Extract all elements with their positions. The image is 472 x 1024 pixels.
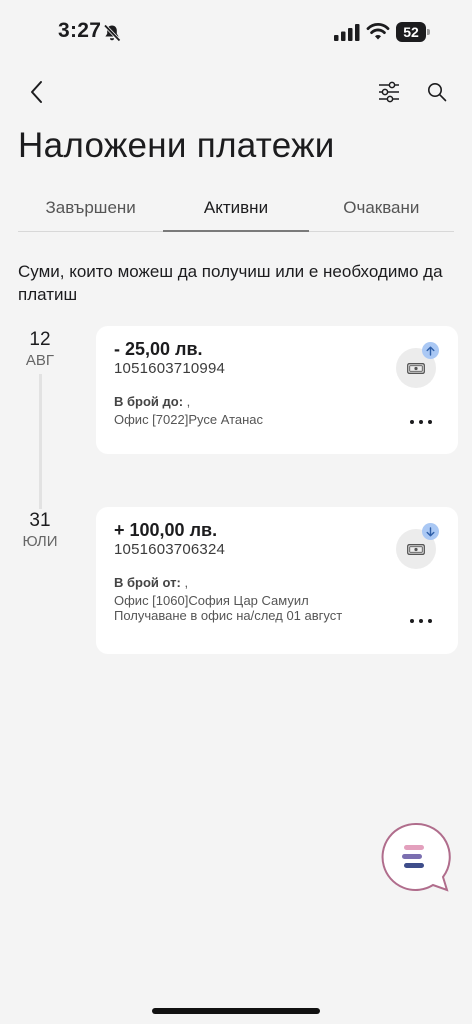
status-bar: 3:27 52: [0, 0, 472, 62]
back-button[interactable]: [18, 72, 54, 112]
date-month: АВГ: [25, 352, 55, 369]
incoming-arrow-badge: [422, 523, 439, 540]
timeline-line: [39, 374, 42, 509]
payment-card[interactable]: - 25,00 лв. 1051603710994 В брой до: , О…: [96, 326, 458, 454]
wifi-icon: [366, 23, 390, 40]
dot-icon: [419, 619, 423, 623]
dot-icon: [410, 619, 414, 623]
date-day: 31: [29, 510, 51, 531]
payment-method-suffix: ,: [183, 394, 191, 409]
date-block: 31 ЮЛИ: [14, 510, 66, 551]
more-options-button[interactable]: [410, 614, 432, 628]
page-title: Наложени платежи: [18, 126, 335, 165]
office-name: Офис [1060]София Цар Самуил: [114, 593, 309, 608]
filter-button[interactable]: [372, 72, 406, 112]
shipment-number: 1051603710994: [114, 360, 226, 377]
sliders-icon: [379, 81, 399, 103]
battery-indicator: 52: [396, 22, 430, 42]
shipment-number: 1051603706324: [114, 541, 226, 558]
chat-bubble-icon: [381, 822, 451, 892]
battery-level: 52: [396, 22, 426, 42]
dot-icon: [428, 619, 432, 623]
arrow-down-icon: [426, 526, 435, 536]
payment-method-title: В брой от:: [114, 575, 181, 590]
battery-cap: [427, 29, 430, 35]
dot-icon: [419, 420, 423, 424]
tab-completed[interactable]: Завършени: [18, 186, 163, 231]
search-icon: [428, 83, 447, 102]
payments-screen: 3:27 52 Наложени платежи Завършени Актив…: [0, 0, 472, 1024]
date-month: ЮЛИ: [22, 533, 58, 550]
payment-method-title: В брой до:: [114, 394, 184, 409]
tab-bar: Завършени Активни Очаквани: [18, 186, 454, 232]
payment-card[interactable]: + 100,00 лв. 1051603706324 В брой от: , …: [96, 507, 458, 654]
payment-method-suffix: ,: [180, 575, 189, 590]
arrow-up-icon: [426, 346, 435, 356]
cellular-signal-icon: [334, 24, 360, 41]
payment-amount: - 25,00 лв.: [114, 339, 203, 359]
outgoing-arrow-badge: [422, 342, 439, 359]
description-text: Суми, които можеш да получиш или е необх…: [18, 262, 443, 304]
banknote-icon: [407, 362, 425, 374]
payment-method-label: В брой от: ,: [114, 575, 188, 590]
dot-icon: [410, 420, 414, 424]
tab-expected[interactable]: Очаквани: [309, 186, 454, 231]
chat-button[interactable]: [381, 822, 451, 892]
status-time: 3:27: [58, 19, 102, 42]
pickup-note: Получаване в офис на/след 01 август: [114, 608, 343, 623]
more-options-button[interactable]: [410, 415, 432, 429]
chevron-left-icon: [31, 81, 42, 103]
payment-method-label: В брой до: ,: [114, 394, 190, 409]
date-day: 12: [29, 329, 51, 350]
date-block: 12 АВГ: [14, 329, 66, 370]
bell-muted-icon: [103, 24, 121, 42]
home-indicator: [152, 1008, 320, 1014]
dot-icon: [428, 420, 432, 424]
banknote-icon: [407, 543, 425, 555]
office-name: Офис [7022]Русе Атанас: [114, 412, 264, 427]
tab-active[interactable]: Активни: [163, 186, 309, 232]
payment-amount: + 100,00 лв.: [114, 520, 218, 540]
search-button[interactable]: [420, 72, 454, 112]
